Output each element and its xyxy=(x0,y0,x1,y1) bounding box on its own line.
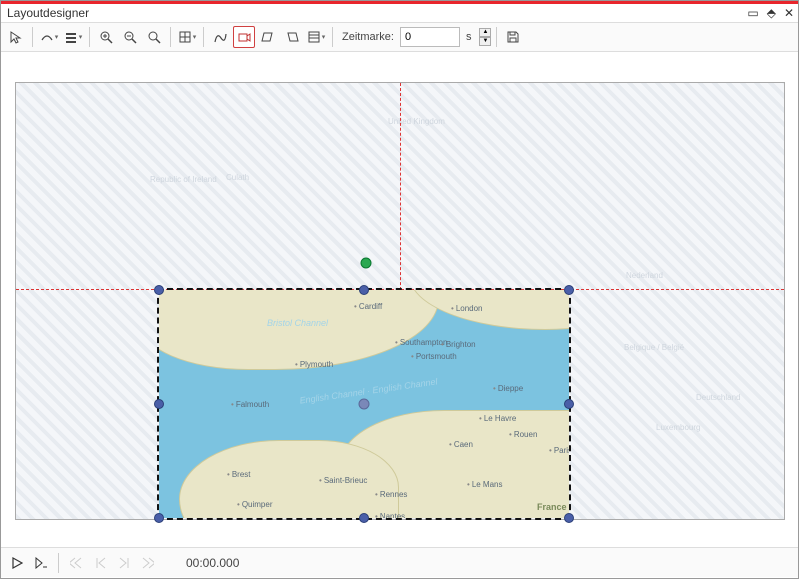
separator xyxy=(89,27,90,47)
city-label: Rennes xyxy=(375,490,407,499)
play-button[interactable] xyxy=(7,553,27,573)
zoom-in-button[interactable] xyxy=(95,26,117,48)
forward-end-button[interactable] xyxy=(138,553,158,573)
window-controls: ▭ ⬘ ✕ xyxy=(747,6,794,20)
play-step-button[interactable] xyxy=(31,553,51,573)
resize-handle-e[interactable] xyxy=(564,399,574,409)
minimize-button[interactable]: ▭ xyxy=(747,6,758,20)
resize-handle-w[interactable] xyxy=(154,399,164,409)
playback-bar: 00:00.000 xyxy=(1,547,798,577)
sea-label: Bristol Channel xyxy=(267,318,328,328)
curve-tool[interactable]: ▾ xyxy=(38,26,60,48)
city-label: Portsmouth xyxy=(411,352,457,361)
window-title: Layoutdesigner xyxy=(7,6,89,20)
separator xyxy=(32,27,33,47)
bg-label: Luxembourg xyxy=(656,423,700,432)
zeitmarke-unit: s xyxy=(466,31,472,43)
bg-label: Republic of Ireland xyxy=(150,175,217,184)
playback-time: 00:00.000 xyxy=(186,556,239,570)
zeitmarke-input[interactable] xyxy=(400,27,460,47)
separator xyxy=(496,27,497,47)
city-label: Saint-Brieuc xyxy=(319,476,367,485)
zoom-out-button[interactable] xyxy=(119,26,141,48)
city-label: Quimper xyxy=(237,500,273,509)
zeitmarke-spinner[interactable]: ▲▼ xyxy=(479,28,491,46)
camera-tool[interactable] xyxy=(233,26,255,48)
city-label: Le Mans xyxy=(467,480,503,489)
titlebar: Layoutdesigner ▭ ⬘ ✕ xyxy=(1,1,798,22)
zeitmarke-label: Zeitmarke: xyxy=(342,31,394,43)
save-button[interactable] xyxy=(502,26,524,48)
resize-handle-nw[interactable] xyxy=(154,285,164,295)
select-tool[interactable] xyxy=(5,26,27,48)
city-label: Le Havre xyxy=(479,414,516,423)
resize-handle-n[interactable] xyxy=(359,285,369,295)
zoom-fit-button[interactable] xyxy=(143,26,165,48)
separator xyxy=(203,27,204,47)
bg-label: United Kingdom xyxy=(388,117,445,126)
city-label: London xyxy=(451,304,483,313)
bg-label: Culath xyxy=(226,173,249,182)
skew-left-tool[interactable] xyxy=(257,26,279,48)
center-handle[interactable] xyxy=(359,399,370,410)
city-label: Rouen xyxy=(509,430,537,439)
resize-handle-se[interactable] xyxy=(564,513,574,523)
pin-button[interactable]: ⬘ xyxy=(767,6,776,20)
toolbar: ▾ ▾ ▾ ▾ Zeitmarke: s ▲▼ xyxy=(1,22,798,52)
resize-handle-sw[interactable] xyxy=(154,513,164,523)
pivot-handle[interactable] xyxy=(361,258,372,269)
city-label: Nantes xyxy=(375,512,405,518)
selected-element[interactable]: Bristol Channel English Channel · Englis… xyxy=(157,288,571,520)
next-frame-button[interactable] xyxy=(114,553,134,573)
path-tool[interactable] xyxy=(209,26,231,48)
separator xyxy=(332,27,333,47)
prev-frame-button[interactable] xyxy=(90,553,110,573)
grid-tool[interactable]: ▾ xyxy=(176,26,198,48)
city-label: Brest xyxy=(227,470,250,479)
city-label: Dieppe xyxy=(493,384,523,393)
resize-handle-s[interactable] xyxy=(359,513,369,523)
skew-right-tool[interactable] xyxy=(281,26,303,48)
bg-label: Deutschland xyxy=(696,393,740,402)
bg-label: Belgique / België xyxy=(624,343,684,352)
rewind-start-button[interactable] xyxy=(66,553,86,573)
resize-handle-ne[interactable] xyxy=(564,285,574,295)
city-label: Falmouth xyxy=(231,400,269,409)
city-label: Southampton xyxy=(395,338,447,347)
close-button[interactable]: ✕ xyxy=(784,6,794,20)
city-label: Brighton xyxy=(441,340,476,349)
separator xyxy=(170,27,171,47)
canvas-background: United Kingdom Republic of Ireland Culat… xyxy=(15,82,785,520)
separator xyxy=(58,553,59,573)
country-label: France xyxy=(537,502,567,512)
city-label: Caen xyxy=(449,440,473,449)
canvas-area[interactable]: United Kingdom Republic of Ireland Culat… xyxy=(1,52,798,547)
city-label: Paris xyxy=(549,446,569,455)
city-label: Plymouth xyxy=(295,360,333,369)
properties-tool[interactable]: ▾ xyxy=(305,26,327,48)
city-label: Cardiff xyxy=(354,302,382,311)
align-tool[interactable]: ▾ xyxy=(62,26,84,48)
bg-label: Nederland xyxy=(626,271,663,280)
